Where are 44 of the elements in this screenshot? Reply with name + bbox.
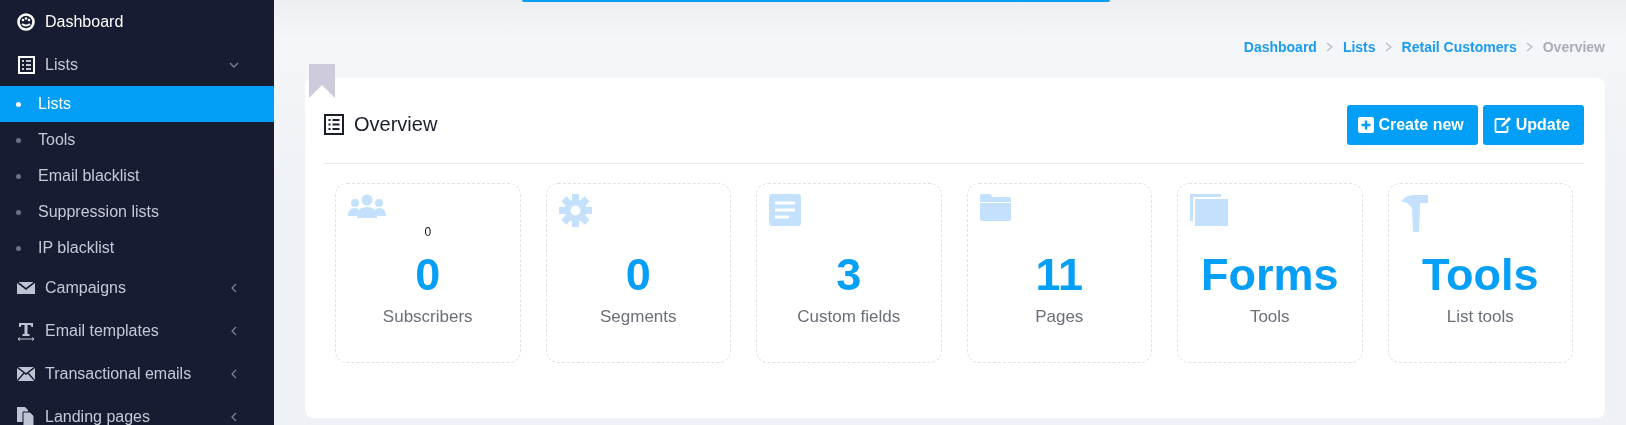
count-text: 0 [424,225,432,241]
tile-label: Custom fields [797,307,901,327]
tile-value: 11 [1035,252,1084,297]
sidebar-item[interactable]: Lists [0,43,274,86]
breadcrumb-current: Overview [1542,39,1605,55]
envelope-icon [17,280,35,295]
tile-value: 3 [836,252,862,297]
list-icon [324,114,344,135]
envelope-icon [17,366,35,381]
stat-tile[interactable]: 0 Segments [545,183,731,363]
edit-icon [1493,116,1512,133]
list-icon [17,55,35,74]
stat-tile[interactable]: 11 Pages [966,183,1152,363]
stat-tile[interactable]: 3 Custom fields [756,183,942,363]
stat-tile[interactable]: Forms Tools [1177,183,1363,363]
tile-label: Subscribers [382,307,473,327]
tile-label: List tools [1446,307,1514,327]
sidebar-item[interactable]: Campaigns [0,266,274,309]
sidebar-item[interactable]: Email templates [0,309,274,352]
users-icon [348,194,386,218]
tile-value: Forms [1201,252,1339,297]
tile-label: Tools [1249,307,1290,327]
sidebar-item[interactable]: Transactional emails [0,352,274,395]
stat-tile[interactable]: 0 0 Subscribers [335,183,521,363]
sidebar-subitem[interactable]: Suppression lists [0,194,274,230]
sidebar-item[interactable]: Dashboard [0,0,274,43]
tile-value: 0 [625,252,651,297]
panel-title: Overview [354,113,439,136]
tile-value: Tools [1421,252,1539,297]
tile-label: Segments [599,307,677,327]
sidebar-subitem[interactable]: IP blacklist [0,230,274,266]
tile-label: Pages [1035,307,1084,327]
document-icon [769,194,801,226]
plus-icon [1358,116,1375,133]
folder-icon [979,194,1011,221]
tile-value: 0 [415,252,441,297]
sidebar-subitem[interactable]: Tools [0,122,274,158]
text-icon [17,320,35,341]
sidebar-item[interactable]: Landing pages [0,395,274,425]
pages-icon [1190,194,1228,226]
hammer-icon [1400,194,1428,232]
bookmark-icon [309,64,335,98]
sidebar-subitem[interactable]: Email blacklist [0,158,274,194]
stat-tile[interactable]: Tools List tools [1387,183,1573,363]
